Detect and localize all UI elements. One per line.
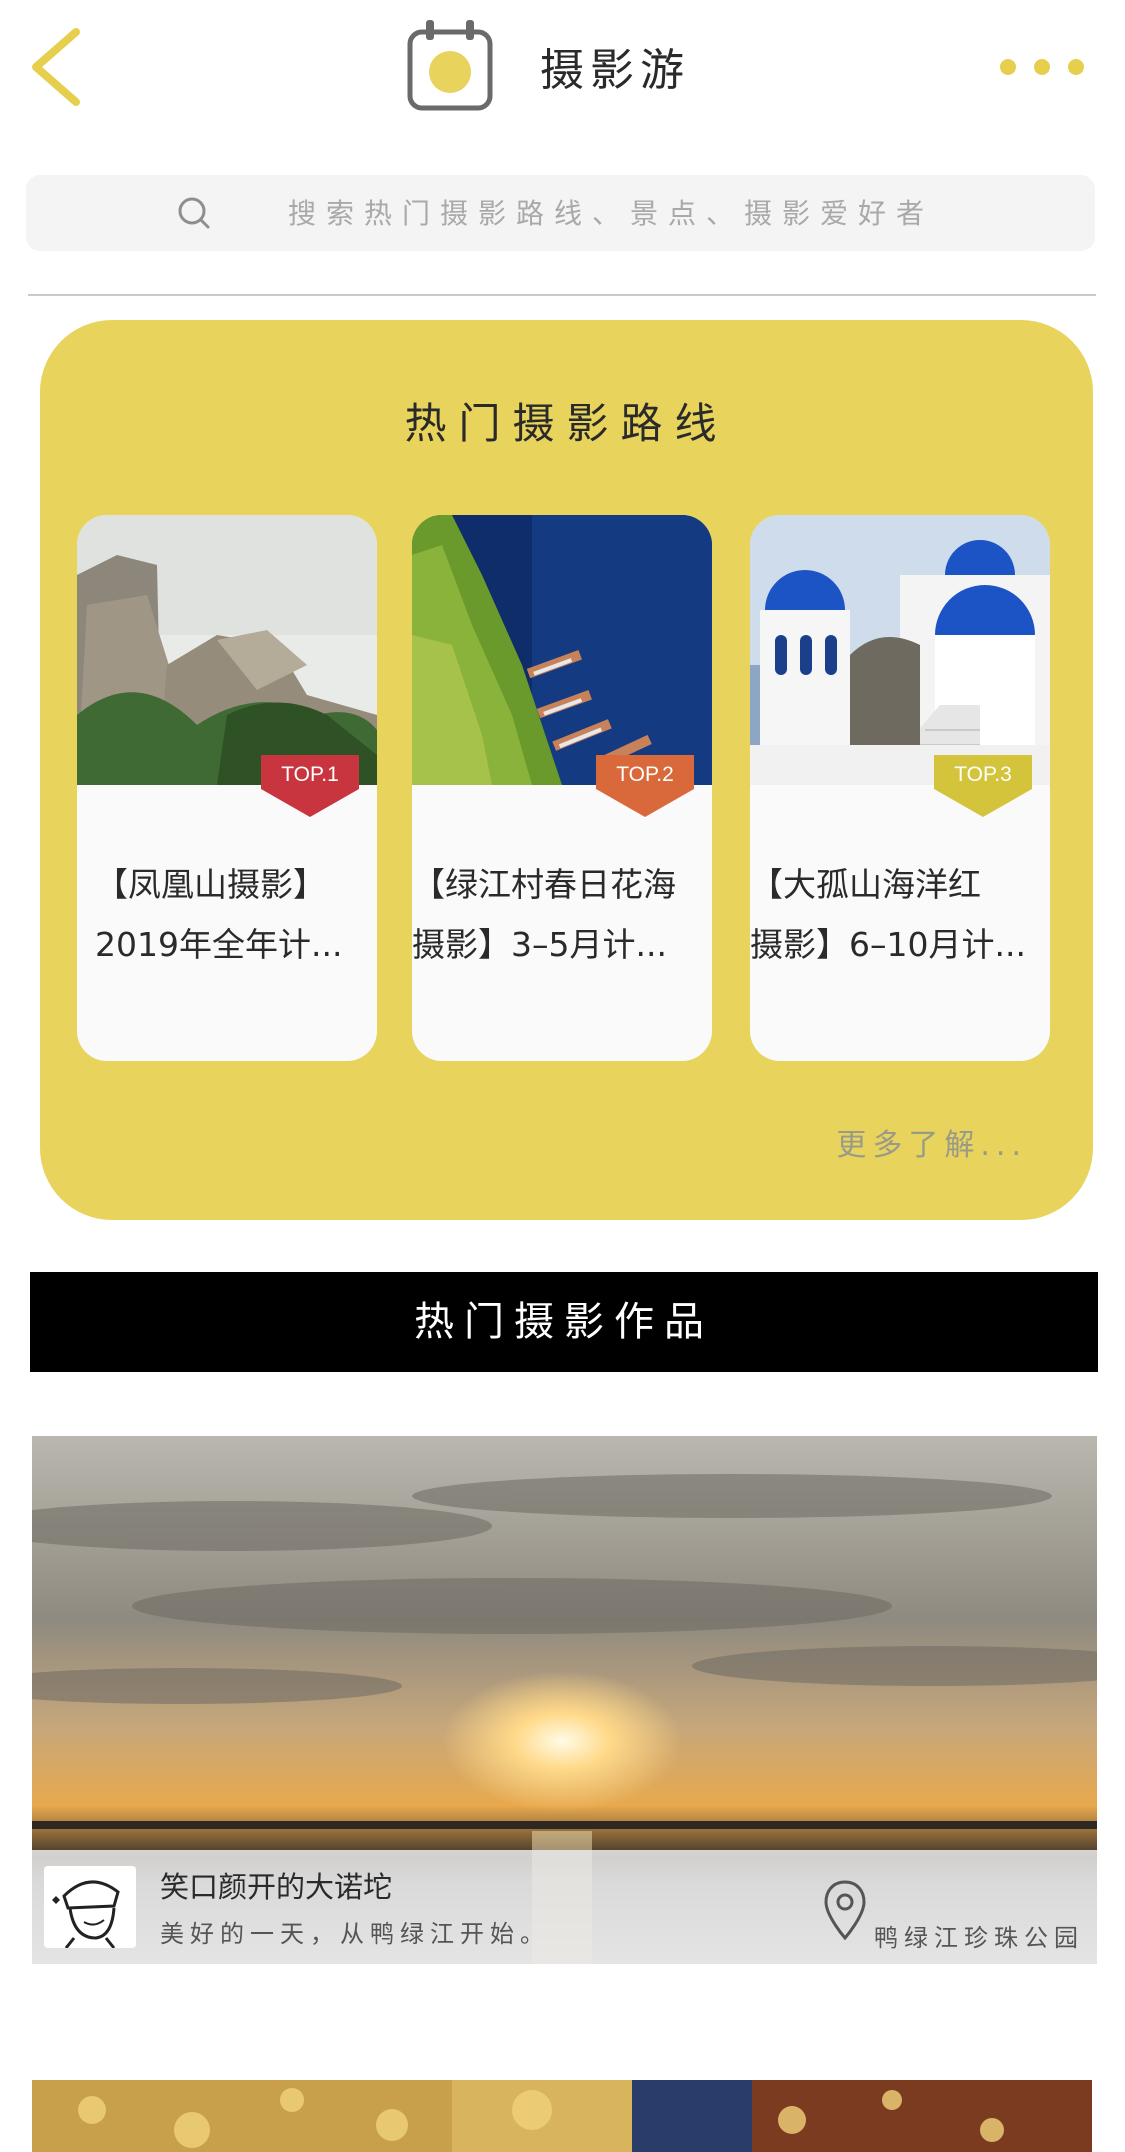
hot-works-header: 热门摄影作品 [30,1272,1098,1372]
route-card[interactable]: TOP.3 【大孤山海洋红 摄影】6–10月计... [750,515,1050,1061]
avatar[interactable] [44,1866,136,1948]
more-dots-icon [1000,59,1084,75]
route-photo-river [412,515,712,785]
hot-routes-panel: 热门摄影路线 TOP.1 【凤凰山摄影】 2019年全年计... TOP.2 【… [40,320,1093,1220]
route-card[interactable]: TOP.1 【凤凰山摄影】 2019年全年计... [77,515,377,1061]
divider [28,294,1096,296]
work-card[interactable] [32,2080,1092,2152]
route-caption: 【绿江村春日花海 摄影】3–5月计... [412,865,676,964]
work-card[interactable]: 笑口颜开的大诺坨 美好的一天，从鸭绿江开始。 鸭绿江珍珠公园 [32,1436,1097,1964]
more-button[interactable] [994,50,1090,84]
work-info-bar: 笑口颜开的大诺坨 美好的一天，从鸭绿江开始。 鸭绿江珍珠公园 [32,1850,1097,1964]
more-routes-link[interactable]: 更多了解... [836,1120,1027,1164]
work-location: 鸭绿江珍珠公园 [874,1924,1084,1952]
route-card[interactable]: TOP.2 【绿江村春日花海 摄影】3–5月计... [412,515,712,1061]
route-caption: 【大孤山海洋红 摄影】6–10月计... [750,865,1026,964]
works-title: 热门摄影作品 [414,1299,714,1345]
back-button[interactable] [26,22,86,112]
rank-badge: TOP.3 [934,755,1032,817]
search-input[interactable] [288,175,1048,251]
author-name[interactable]: 笑口颜开的大诺坨 [160,1864,392,1906]
page-title: 摄影游 [540,45,690,96]
app-header: 摄影游 [0,0,1125,140]
search-bar[interactable] [26,175,1095,251]
page: 摄影游 热门摄影路线 [0,0,1125,2152]
rank-badge: TOP.1 [261,755,359,817]
routes-title: 热门摄影路线 [404,399,729,448]
work-description: 美好的一天，从鸭绿江开始。 [160,1920,550,1948]
search-icon [178,197,210,229]
work-photo-autumn [32,2080,1092,2152]
location-pin-icon [824,1880,866,1941]
camera-app-icon [406,18,494,112]
route-photo-domes [750,515,1050,785]
rank-badge: TOP.2 [596,755,694,817]
route-photo-mountain [77,515,377,785]
route-caption: 【凤凰山摄影】 2019年全年计... [95,865,343,964]
chevron-left-icon [32,28,80,106]
